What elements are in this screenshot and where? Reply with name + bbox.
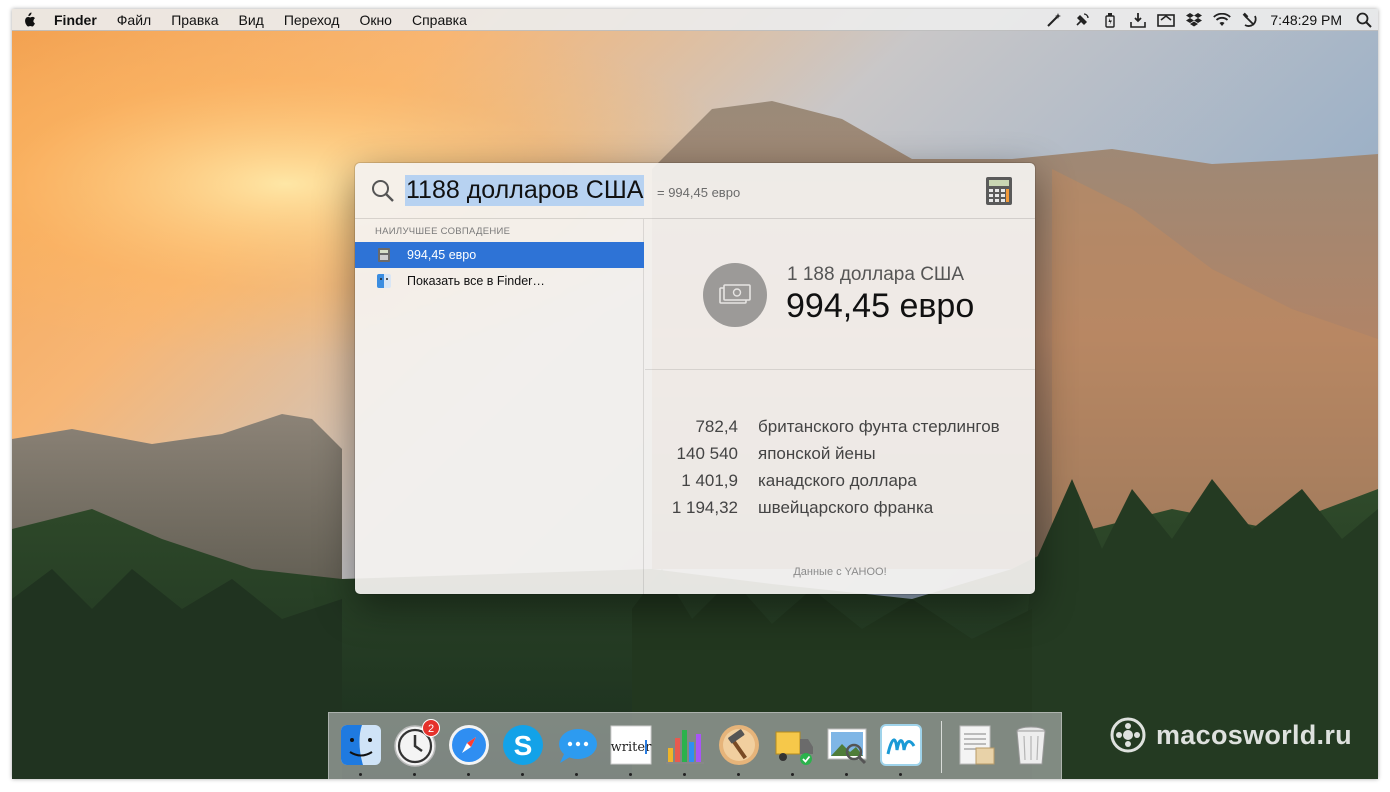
skype-icon: S [503,725,543,765]
dock-trash[interactable] [1008,722,1054,768]
watermark: macosworld.ru [1110,717,1352,753]
menu-go[interactable]: Переход [274,9,350,31]
photo-preview-icon [827,728,867,765]
banknote-icon [703,263,767,327]
bar-chart-icon [666,730,704,764]
search-icon[interactable] [1350,9,1378,31]
apple-logo-icon[interactable] [12,9,46,31]
rate-row: 782,4 британского фунта стерлингов [645,417,1035,444]
running-indicator [845,773,848,776]
running-indicator [467,773,470,776]
finder-icon [341,725,381,765]
dock-app-time-tracker[interactable]: 2 [392,719,440,768]
running-indicator [359,773,362,776]
running-indicator [413,773,416,776]
spotlight-inline-hint: = 994,45 евро [657,185,741,200]
running-indicator [683,773,686,776]
result-label: Показать все в Finder… [407,274,545,288]
dock-app-numbers[interactable] [662,722,708,768]
hammer-icon [719,725,759,765]
menu-bar: Finder Файл Правка Вид Переход Окно Спра… [12,9,1378,31]
running-indicator [791,773,794,776]
dock-app-transmit[interactable] [770,722,816,768]
calculator-icon [986,177,1012,205]
conversion-result-amount: 994,45 евро [786,287,975,325]
spotlight-preview-pane: 1 188 доллара США 994,45 евро 782,4 брит… [645,219,1035,594]
menu-file[interactable]: Файл [107,9,161,31]
calculator-icon [378,248,390,262]
download-tray-icon[interactable] [1124,9,1152,31]
dock-app-skype[interactable]: S [500,722,546,768]
data-source-credit[interactable]: Данные с YAHOO! [645,566,1035,578]
section-title-best-match: НАИЛУЧШЕЕ СОВПАДЕНИЕ [375,226,511,237]
menu-bar-clock[interactable]: 7:48:29 PM [1264,12,1350,28]
watermark-logo-icon [1110,717,1146,753]
menu-app-finder[interactable]: Finder [46,9,107,31]
rate-row: 1 194,32 швейцарского франка [645,498,1035,525]
safari-compass-icon [449,725,489,765]
dock-separator [941,721,942,773]
desktop-screen: Finder Файл Правка Вид Переход Окно Спра… [12,9,1378,779]
search-icon [372,180,394,202]
svg-text:S: S [514,730,533,761]
dock: 2 S writer [328,712,1062,779]
spotlight-query-input[interactable]: 1188 долларов США [405,175,645,206]
result-row-show-all-in-finder[interactable]: Показать все в Finder… [355,268,644,294]
finder-icon [377,274,391,288]
result-row-conversion[interactable]: 994,45 евро [355,242,644,268]
rate-amount: 1 194,32 [671,498,738,517]
rate-amount: 782,4 [695,417,738,436]
dock-app-safari[interactable] [446,722,492,768]
dock-app-finder[interactable] [338,722,384,768]
documents-stack-icon [959,725,995,765]
wifi-icon[interactable] [1208,9,1236,31]
dropbox-icon[interactable] [1180,9,1208,31]
drawing-icon [880,724,922,766]
writer-icon: writer [610,725,652,765]
spotlight-search-bar[interactable]: 1188 долларов США = 994,45 евро [355,163,1035,219]
running-indicator [521,773,524,776]
rate-currency: японской йены [758,444,876,463]
dock-app-writer[interactable]: writer [608,722,654,768]
result-label: 994,45 евро [407,248,477,262]
rate-amount: 140 540 [676,444,738,463]
magic-wand-icon[interactable] [1040,9,1068,31]
menu-view[interactable]: Вид [229,9,274,31]
spotlight-window: 1188 долларов США = 994,45 евро НАИЛУЧШЕ… [355,163,1035,594]
notification-badge: 2 [422,719,440,737]
spotlight-results-list: НАИЛУЧШЕЕ СОВПАДЕНИЕ 994,45 евро Показат… [355,219,644,594]
dock-app-scribble[interactable] [878,722,924,768]
running-indicator [575,773,578,776]
dock-app-tools[interactable] [716,722,762,768]
menu-window[interactable]: Окно [349,9,402,31]
running-indicator [629,773,632,776]
delivery-truck-icon [775,731,813,765]
hammer-sickle-icon[interactable] [1236,9,1264,31]
rate-currency: канадского доллара [758,471,917,490]
running-indicator [899,773,902,776]
menu-bar-status-area: 7:48:29 PM [1040,9,1378,31]
rate-amount: 1 401,9 [681,471,738,490]
trash-icon [1016,726,1046,765]
satellite-icon[interactable] [1068,9,1096,31]
divider [645,369,1035,370]
rate-row: 1 401,9 канадского доллара [645,471,1035,498]
dock-stack-documents[interactable] [954,722,1000,768]
rate-currency: швейцарского франка [758,498,934,517]
tray-icon[interactable] [1152,9,1180,31]
dock-app-preview[interactable] [824,722,870,768]
watermark-text: macosworld.ru [1156,719,1352,750]
messages-bubble-icon [559,729,597,763]
battery-plug-icon[interactable] [1096,9,1124,31]
conversion-source-amount: 1 188 доллара США [787,264,965,285]
rate-row: 140 540 японской йены [645,444,1035,471]
dock-app-messages[interactable] [554,722,600,768]
menu-help[interactable]: Справка [402,9,477,31]
menu-edit[interactable]: Правка [161,9,228,31]
rate-currency: британского фунта стерлингов [758,417,1000,436]
running-indicator [737,773,740,776]
